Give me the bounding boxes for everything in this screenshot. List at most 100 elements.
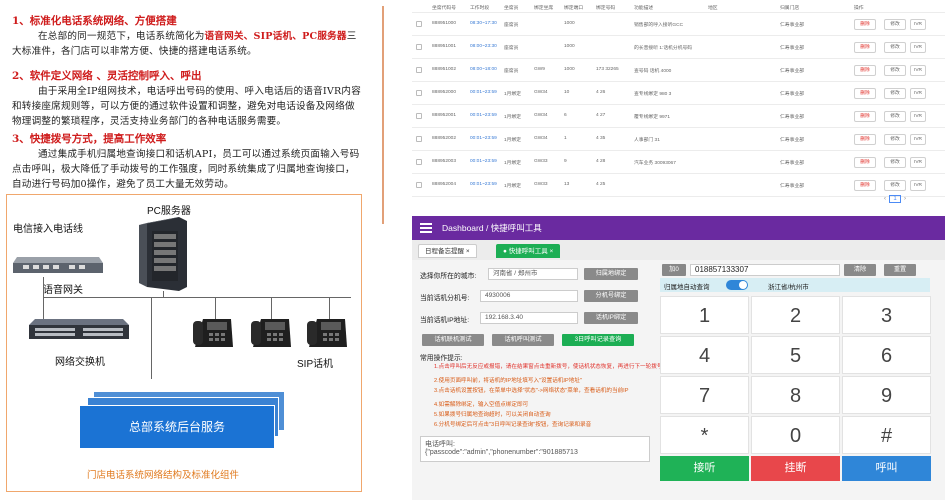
- ip-input[interactable]: 192.168.3.40: [480, 312, 578, 324]
- close-icon[interactable]: ×: [550, 248, 554, 255]
- key-5[interactable]: 5: [751, 336, 840, 374]
- add-zero-button[interactable]: 加0: [662, 264, 686, 276]
- table-row: 888951001 08:00~23:30 座席员 1000 的长音接听 1:话机分机号…: [412, 36, 945, 59]
- divider: [382, 6, 384, 224]
- phone-connect-test-button[interactable]: 话机联机测试: [422, 334, 484, 346]
- close-icon[interactable]: ×: [466, 248, 470, 255]
- key-star[interactable]: *: [660, 416, 749, 454]
- cell-num: 173 32265: [596, 67, 619, 72]
- cell-bind: GW34: [534, 113, 548, 118]
- ivr-button[interactable]: IVR: [910, 19, 926, 30]
- row-checkbox[interactable]: [416, 21, 422, 27]
- key-0[interactable]: 0: [751, 416, 840, 454]
- call-records-button[interactable]: 3日呼叫记录查询: [562, 334, 634, 346]
- auto-lookup-toggle[interactable]: [726, 280, 748, 290]
- reset-button[interactable]: 重置: [884, 264, 916, 276]
- key-1[interactable]: 1: [660, 296, 749, 334]
- tab-bar: 日程备忘提醒 × ● 快捷呼叫工具 ×: [412, 240, 945, 260]
- edit-button[interactable]: 修改: [884, 157, 906, 168]
- cell-time: 00:01~23:59: [470, 182, 497, 187]
- table-header: 坐席代码号 工作时段 坐席员 绑定坐席 绑定端口 绑定号码 功能描述 地区 归属…: [412, 0, 945, 13]
- sip-phone-icon: [251, 319, 291, 349]
- tab-reminder[interactable]: 日程备忘提醒 ×: [418, 244, 477, 258]
- extension-input[interactable]: 4930006: [480, 290, 578, 302]
- row-checkbox[interactable]: [416, 44, 422, 50]
- auto-lookup-label: 归属地自动查询: [664, 284, 710, 291]
- row-checkbox[interactable]: [416, 182, 422, 188]
- phone-number-input[interactable]: 018857133307: [690, 264, 840, 276]
- cell-code: 888952002: [432, 136, 457, 141]
- key-6[interactable]: 6: [842, 336, 931, 374]
- edit-button[interactable]: 修改: [884, 134, 906, 145]
- edit-button[interactable]: 修改: [884, 42, 906, 53]
- key-9[interactable]: 9: [842, 376, 931, 414]
- edit-button[interactable]: 修改: [884, 88, 906, 99]
- sip-phone-label: SIP话机: [297, 359, 334, 370]
- cell-port: 9: [564, 159, 567, 164]
- cell-num: 4 35: [596, 136, 606, 141]
- hangup-button[interactable]: 挂断: [751, 456, 840, 481]
- key-4[interactable]: 4: [660, 336, 749, 374]
- ivr-button[interactable]: IVR: [910, 42, 926, 53]
- table-row: 888952001 00:01~23:59 1月绑定 GW34 6 4 27 覆专线绑定 9…: [412, 105, 945, 128]
- ivr-button[interactable]: IVR: [910, 65, 926, 76]
- cell-bind: GW34: [534, 136, 548, 141]
- next-page-button[interactable]: ›: [904, 196, 906, 202]
- ivr-button[interactable]: IVR: [910, 88, 926, 99]
- edit-button[interactable]: 修改: [884, 180, 906, 191]
- key-2[interactable]: 2: [751, 296, 840, 334]
- tip-item: 2.使用页面呼叫前，将话机的IP地址填写入"设置话机IP地址": [434, 378, 582, 384]
- row-checkbox[interactable]: [416, 90, 422, 96]
- delete-button[interactable]: 删除: [854, 111, 876, 122]
- cell-team: 1月绑定: [504, 138, 522, 143]
- key-8[interactable]: 8: [751, 376, 840, 414]
- delete-button[interactable]: 删除: [854, 42, 876, 53]
- ivr-button[interactable]: IVR: [910, 111, 926, 122]
- ivr-button[interactable]: IVR: [910, 134, 926, 145]
- ivr-button[interactable]: IVR: [910, 180, 926, 191]
- city-select[interactable]: 河南省 / 郑州市: [488, 268, 578, 280]
- bind-ip-button[interactable]: 话机IP绑定: [584, 312, 638, 324]
- edit-button[interactable]: 修改: [884, 111, 906, 122]
- delete-button[interactable]: 删除: [854, 157, 876, 168]
- edit-button[interactable]: 修改: [884, 65, 906, 76]
- delete-button[interactable]: 删除: [854, 65, 876, 76]
- call-button[interactable]: 呼叫: [842, 456, 931, 481]
- phone-call-test-button[interactable]: 话机呼叫测试: [492, 334, 554, 346]
- clear-button[interactable]: 清除: [844, 264, 876, 276]
- menu-icon[interactable]: [420, 223, 432, 233]
- key-7[interactable]: 7: [660, 376, 749, 414]
- delete-button[interactable]: 删除: [854, 180, 876, 191]
- edit-button[interactable]: 修改: [884, 19, 906, 30]
- bind-city-button[interactable]: 归属地绑定: [584, 268, 638, 280]
- breadcrumb-home[interactable]: Dashboard: [442, 223, 484, 233]
- cell-port: 13: [564, 182, 570, 187]
- ivr-button[interactable]: IVR: [910, 157, 926, 168]
- row-checkbox[interactable]: [416, 159, 422, 165]
- page-number[interactable]: 1: [889, 195, 901, 203]
- breadcrumb-current: 快捷呼叫工具: [490, 223, 542, 233]
- cell-team: 座席员: [504, 69, 519, 74]
- prev-page-button[interactable]: ‹: [884, 196, 886, 202]
- row-checkbox[interactable]: [416, 136, 422, 142]
- row-checkbox[interactable]: [416, 113, 422, 119]
- tab-quick-call[interactable]: ● 快捷呼叫工具 ×: [496, 244, 561, 258]
- answer-button[interactable]: 接听: [660, 456, 749, 481]
- cell-bind: GW33: [534, 159, 548, 164]
- key-hash[interactable]: #: [842, 416, 931, 454]
- table-row: 888952000 00:01~23:59 1月绑定 GW34 10 4 26 查专线绑定 …: [412, 82, 945, 105]
- tip-item: 6.分机号绑定后可点击"3日呼叫记录查询"按钮，查询记录和录音: [434, 422, 592, 428]
- row-checkbox[interactable]: [416, 67, 422, 73]
- cell-port: 1000: [564, 44, 575, 49]
- bind-extension-button[interactable]: 分机号绑定: [584, 290, 638, 302]
- cell-bind: GW33: [534, 182, 548, 187]
- section1-title: 1、标准化电话系统网络、方便搭建: [12, 15, 177, 27]
- delete-button[interactable]: 删除: [854, 19, 876, 30]
- call-log-textarea[interactable]: 电话呼叫: {"passcode":"admin","phonenumber":"…: [420, 436, 650, 462]
- delete-button[interactable]: 删除: [854, 134, 876, 145]
- telecom-line-label: 电信接入电话线: [13, 224, 83, 235]
- cell-desc: 查号码 话机 4000: [634, 69, 672, 74]
- delete-button[interactable]: 删除: [854, 88, 876, 99]
- key-3[interactable]: 3: [842, 296, 931, 334]
- breadcrumb: Dashboard / 快捷呼叫工具: [442, 223, 542, 233]
